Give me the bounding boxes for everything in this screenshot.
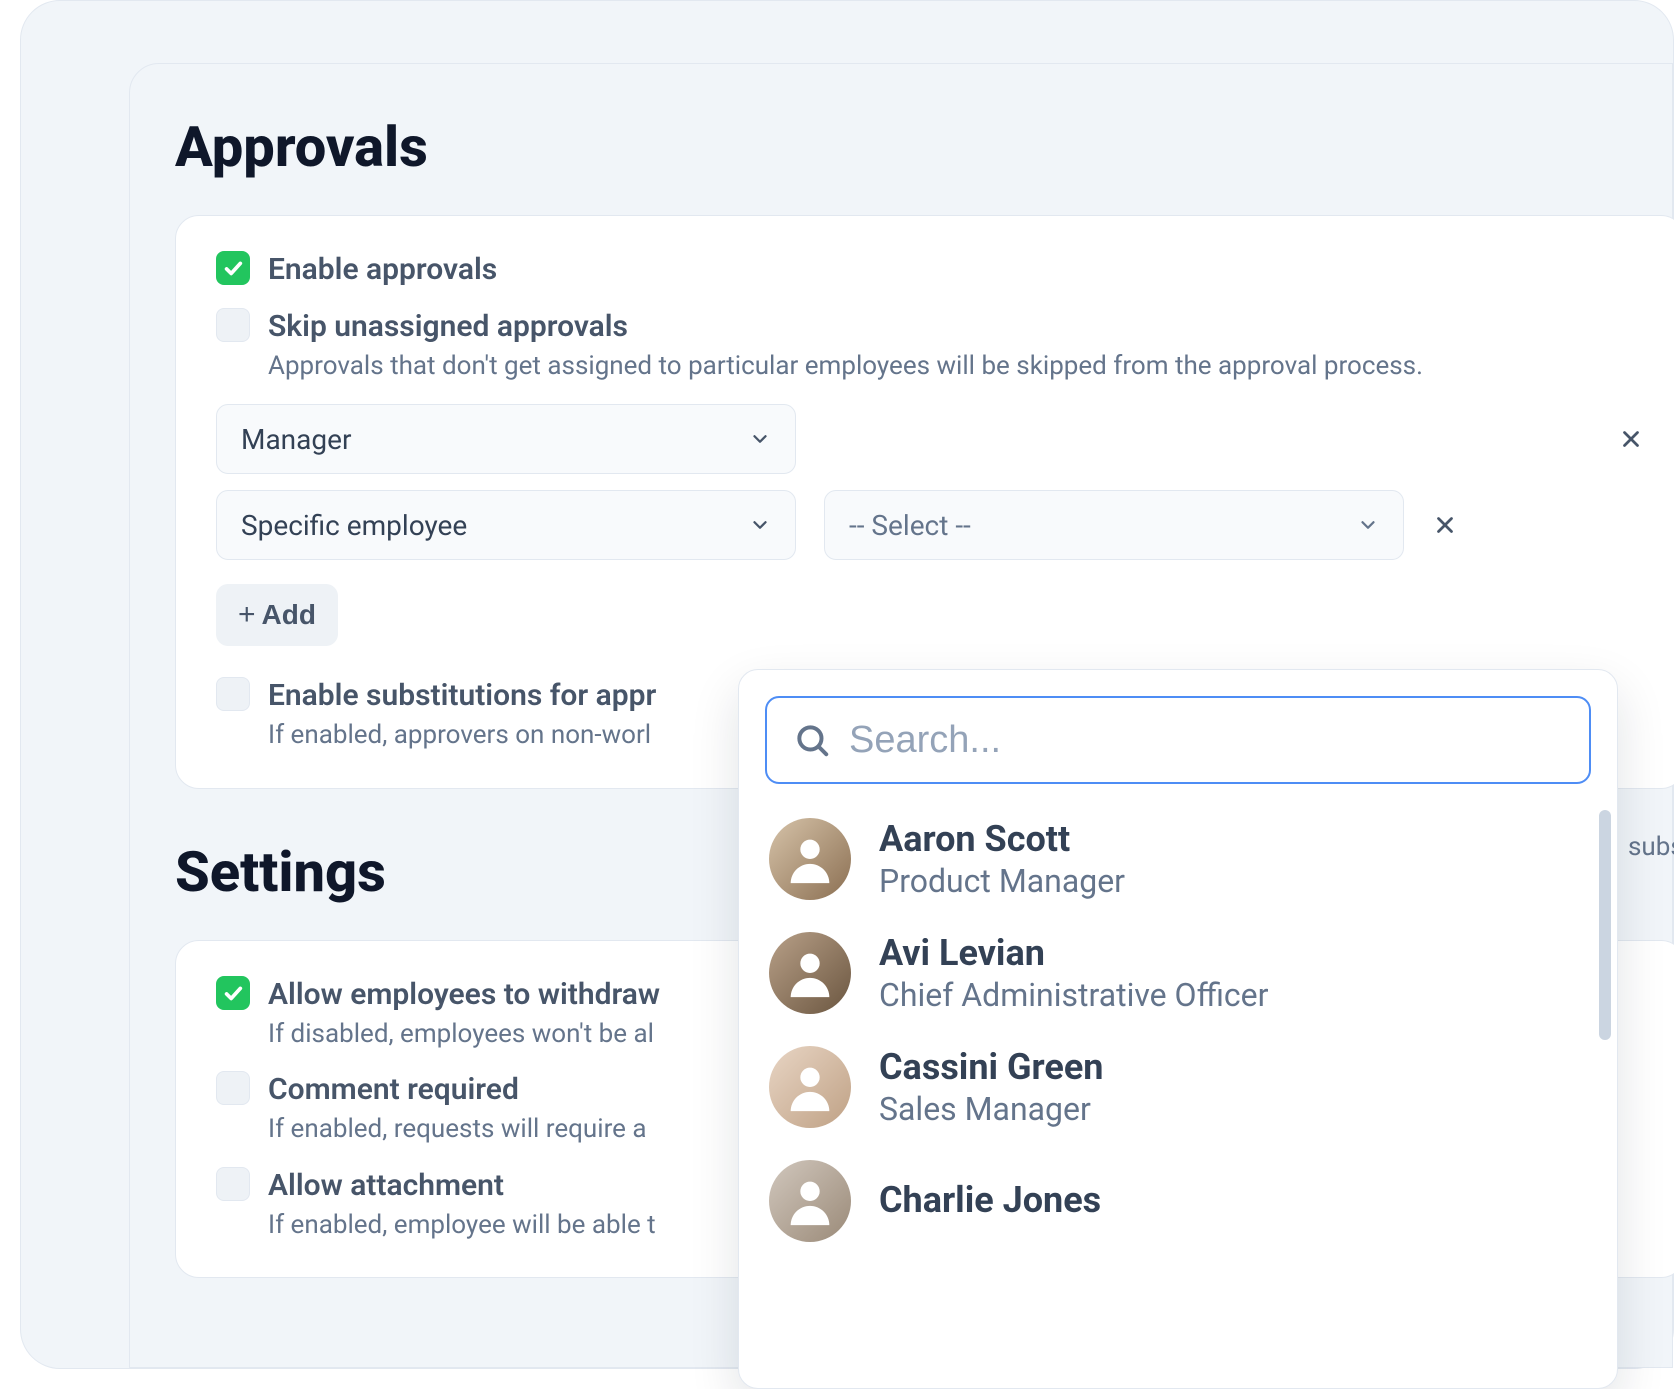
enable-substitutions-checkbox[interactable] bbox=[216, 677, 250, 711]
approvals-title: Approvals bbox=[175, 114, 1672, 180]
remove-row-2-button[interactable] bbox=[1432, 512, 1458, 538]
avatar bbox=[769, 932, 851, 1014]
approver-type-value-2: Specific employee bbox=[241, 509, 467, 542]
avatar bbox=[769, 1160, 851, 1242]
chevron-down-icon bbox=[1357, 514, 1379, 536]
avatar bbox=[769, 818, 851, 900]
employee-name: Cassini Green bbox=[879, 1046, 1103, 1088]
employee-option-0[interactable]: Aaron Scott Product Manager bbox=[769, 818, 1587, 900]
approver-employee-value-2: -- Select -- bbox=[849, 509, 971, 542]
enable-approvals-label: Enable approvals bbox=[268, 250, 1644, 289]
add-approver-button[interactable]: + Add bbox=[216, 584, 338, 646]
employee-list: Aaron Scott Product Manager Avi Levian C… bbox=[765, 810, 1591, 1250]
check-icon bbox=[222, 982, 244, 1004]
approver-employee-select-2[interactable]: -- Select -- bbox=[824, 490, 1404, 560]
employee-dropdown: Aaron Scott Product Manager Avi Levian C… bbox=[738, 669, 1618, 1389]
employee-name: Aaron Scott bbox=[879, 818, 1125, 860]
chevron-down-icon bbox=[749, 514, 771, 536]
add-button-label: Add bbox=[262, 599, 316, 631]
employee-name: Charlie Jones bbox=[879, 1179, 1101, 1221]
avatar bbox=[769, 1046, 851, 1128]
enable-approvals-checkbox[interactable] bbox=[216, 251, 250, 285]
skip-unassigned-label: Skip unassigned approvals bbox=[268, 307, 1644, 346]
approver-type-value-1: Manager bbox=[241, 423, 351, 456]
allow-withdraw-checkbox[interactable] bbox=[216, 976, 250, 1010]
dropdown-scrollbar[interactable] bbox=[1599, 810, 1611, 1040]
skip-unassigned-desc: Approvals that don't get assigned to par… bbox=[268, 348, 1644, 384]
remove-row-1-button[interactable] bbox=[1618, 426, 1644, 452]
approver-type-select-1[interactable]: Manager bbox=[216, 404, 796, 474]
search-field-wrap[interactable] bbox=[765, 696, 1591, 784]
employee-role: Product Manager bbox=[879, 862, 1125, 900]
approver-row-1: Manager bbox=[216, 404, 1644, 474]
employee-option-3[interactable]: Charlie Jones bbox=[769, 1160, 1587, 1242]
employee-option-1[interactable]: Avi Levian Chief Administrative Officer bbox=[769, 932, 1587, 1014]
plus-icon: + bbox=[238, 600, 256, 630]
skip-unassigned-checkbox[interactable] bbox=[216, 308, 250, 342]
outer-card: Approvals Enable approvals Skip unassign… bbox=[20, 0, 1674, 1369]
employee-option-2[interactable]: Cassini Green Sales Manager bbox=[769, 1046, 1587, 1128]
enable-approvals-row: Enable approvals bbox=[216, 250, 1644, 289]
skip-unassigned-row: Skip unassigned approvals Approvals that… bbox=[216, 307, 1644, 384]
comment-required-checkbox[interactable] bbox=[216, 1071, 250, 1105]
substitutions-desc-tail: substitutor. bbox=[1628, 832, 1674, 862]
employee-role: Sales Manager bbox=[879, 1090, 1103, 1128]
allow-attachment-checkbox[interactable] bbox=[216, 1167, 250, 1201]
content-panel: Approvals Enable approvals Skip unassign… bbox=[129, 63, 1673, 1368]
approver-row-2: Specific employee -- Select -- bbox=[216, 490, 1644, 560]
check-icon bbox=[222, 257, 244, 279]
approver-type-select-2[interactable]: Specific employee bbox=[216, 490, 796, 560]
approver-rows: Manager Specific employee -- Select -- bbox=[216, 404, 1644, 560]
search-icon bbox=[793, 721, 831, 759]
employee-role: Chief Administrative Officer bbox=[879, 976, 1268, 1014]
chevron-down-icon bbox=[749, 428, 771, 450]
search-input[interactable] bbox=[849, 719, 1563, 762]
employee-name: Avi Levian bbox=[879, 932, 1268, 974]
